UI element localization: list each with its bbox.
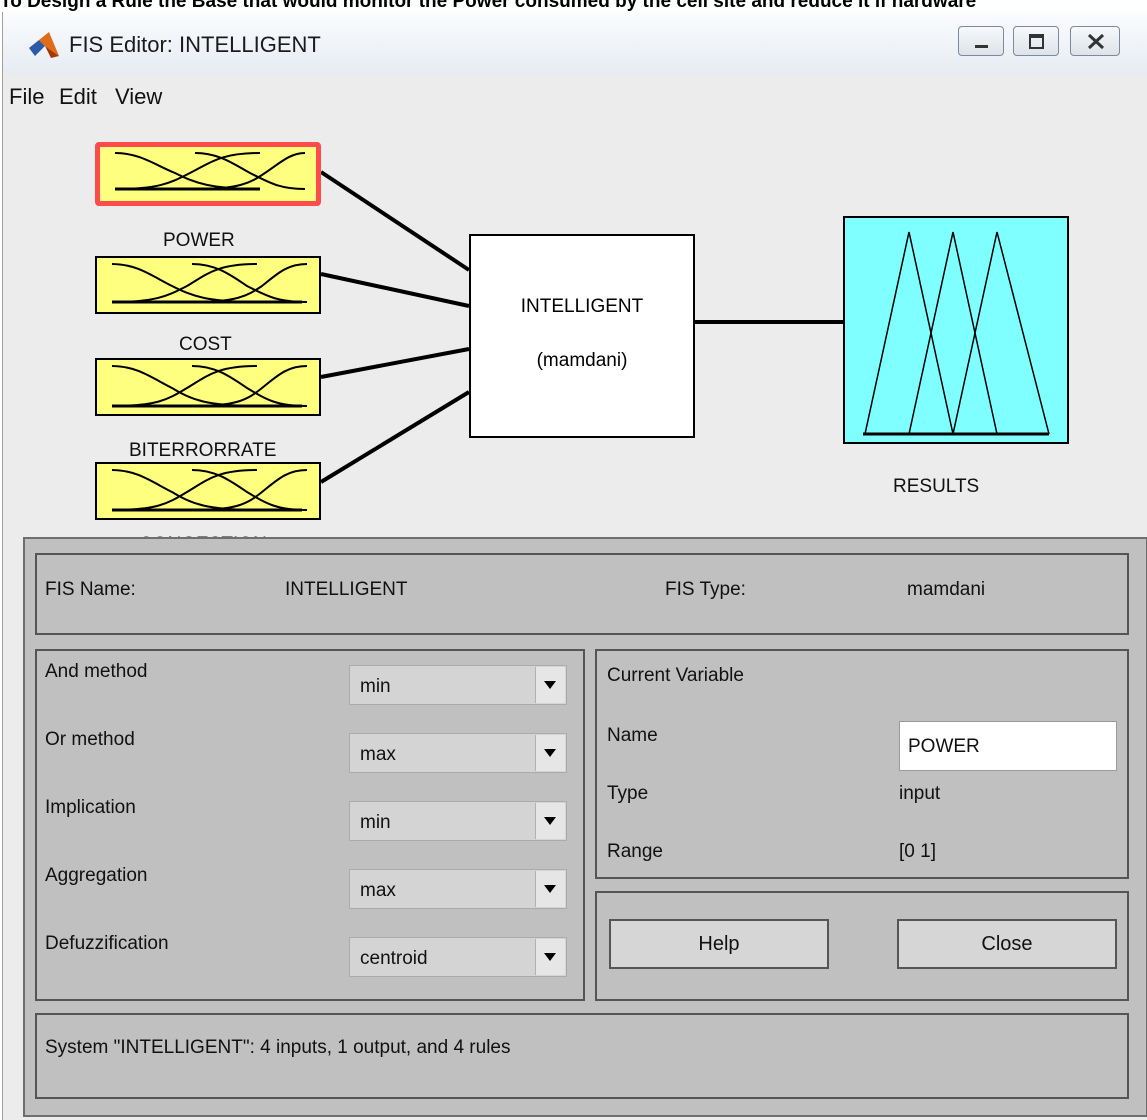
and-method-value: min xyxy=(360,676,391,697)
aggregation-select[interactable]: max xyxy=(349,869,567,909)
variable-type-label: Type xyxy=(607,783,649,804)
chevron-down-icon[interactable] xyxy=(535,735,565,771)
maximize-button[interactable] xyxy=(1013,26,1059,56)
input-block-biterrorrate[interactable] xyxy=(95,358,321,416)
variable-name-value: POWER xyxy=(908,736,980,757)
aggregation-value: max xyxy=(360,880,396,901)
input-label-biterrorrate: BITERRORRATE xyxy=(129,440,277,461)
output-membership-functions-icon xyxy=(863,231,1050,436)
window-title: FIS Editor: INTELLIGENT xyxy=(69,32,321,57)
membership-functions-icon xyxy=(114,152,306,191)
close-icon xyxy=(1087,33,1105,50)
fis-name-label: FIS Name: xyxy=(45,579,136,600)
properties-panel: FIS Name: INTELLIGENT FIS Type: mamdani … xyxy=(23,537,1147,1117)
maximize-icon xyxy=(1029,34,1044,49)
fis-diagram: POWER COST BITERRORRATE INTELLIGENT (mam… xyxy=(3,122,1147,543)
current-variable-heading: Current Variable xyxy=(607,665,744,686)
aggregation-label: Aggregation xyxy=(45,865,148,886)
fis-type-label: FIS Type: xyxy=(665,579,746,600)
variable-range-value: [0 1] xyxy=(899,841,936,862)
chevron-down-icon[interactable] xyxy=(535,939,565,975)
input-block-cost[interactable] xyxy=(95,256,321,314)
or-method-select[interactable]: max xyxy=(349,733,567,773)
menu-bar: File Edit View xyxy=(3,78,1147,114)
chevron-down-icon[interactable] xyxy=(535,803,565,839)
input-block-congestion[interactable] xyxy=(95,462,321,520)
current-variable-box: Current Variable Name POWER Type input R… xyxy=(595,649,1129,879)
menu-edit[interactable]: Edit xyxy=(59,84,97,110)
system-name: INTELLIGENT xyxy=(520,296,644,317)
matlab-logo-icon xyxy=(29,32,59,58)
and-method-label: And method xyxy=(45,661,148,682)
system-block[interactable]: INTELLIGENT (mamdani) xyxy=(469,234,695,438)
input-block-power[interactable] xyxy=(95,142,321,206)
minimize-icon xyxy=(975,45,988,48)
implication-select[interactable]: min xyxy=(349,801,567,841)
menu-view[interactable]: View xyxy=(115,84,162,110)
variable-range-label: Range xyxy=(607,841,663,862)
buttons-box: Help Close xyxy=(595,891,1129,1001)
minimize-button[interactable] xyxy=(958,26,1004,56)
input-label-power: POWER xyxy=(163,230,235,251)
implication-value: min xyxy=(360,812,391,833)
title-bar[interactable]: FIS Editor: INTELLIGENT xyxy=(3,12,1147,74)
membership-functions-icon xyxy=(111,365,308,408)
help-button[interactable]: Help xyxy=(609,919,829,969)
input-label-cost: COST xyxy=(179,334,232,355)
defuzzification-select[interactable]: centroid xyxy=(349,937,567,977)
close-window-button[interactable] xyxy=(1070,26,1120,56)
membership-functions-icon xyxy=(111,469,308,512)
close-button[interactable]: Close xyxy=(897,919,1117,969)
chevron-down-icon[interactable] xyxy=(535,667,565,703)
chevron-down-icon[interactable] xyxy=(535,871,565,907)
menu-file[interactable]: File xyxy=(9,84,44,110)
fis-editor-window: FIS Editor: INTELLIGENT File Edit View P… xyxy=(2,12,1147,1120)
methods-box: And method min Or method max Implication… xyxy=(35,649,585,1001)
variable-name-input[interactable]: POWER xyxy=(899,721,1117,771)
status-box: System "INTELLIGENT": 4 inputs, 1 output… xyxy=(35,1013,1129,1099)
or-method-label: Or method xyxy=(45,729,135,750)
output-label-results: RESULTS xyxy=(893,476,980,497)
status-text: System "INTELLIGENT": 4 inputs, 1 output… xyxy=(45,1037,511,1058)
defuzzification-label: Defuzzification xyxy=(45,933,169,954)
fis-name-value: INTELLIGENT xyxy=(285,579,408,600)
output-block-results[interactable] xyxy=(843,216,1069,444)
defuzzification-value: centroid xyxy=(360,948,428,969)
variable-name-label: Name xyxy=(607,725,658,746)
system-type: (mamdani) xyxy=(536,350,628,371)
membership-functions-icon xyxy=(111,263,308,304)
variable-type-value: input xyxy=(899,783,941,804)
fis-type-value: mamdani xyxy=(907,579,986,600)
implication-label: Implication xyxy=(45,797,136,818)
or-method-value: max xyxy=(360,744,396,765)
and-method-select[interactable]: min xyxy=(349,665,567,705)
fis-info-box: FIS Name: INTELLIGENT FIS Type: mamdani xyxy=(35,553,1129,635)
